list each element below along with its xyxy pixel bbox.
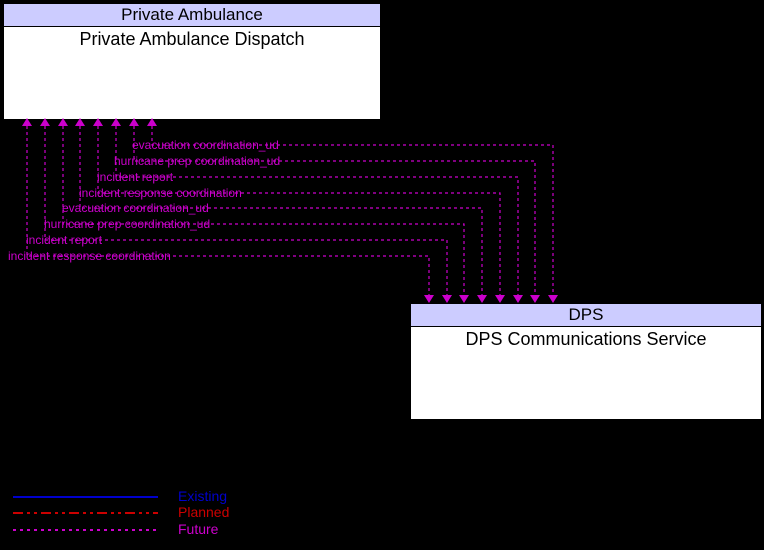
box-title-dps: DPS Communications Service — [411, 327, 761, 350]
box-header-private-ambulance: Private Ambulance — [4, 4, 380, 27]
legend-existing: Existing — [178, 488, 227, 504]
legend-planned: Planned — [178, 504, 229, 520]
legend-future: Future — [178, 521, 218, 537]
flow-label: incident report — [93, 170, 173, 184]
flow-label: evacuation coordination_ud — [128, 138, 279, 152]
flow-label: hurricane prep coordination_ud — [40, 217, 210, 231]
box-header-dps: DPS — [411, 304, 761, 327]
flow-label: incident response coordination — [75, 186, 242, 200]
flow-label: incident response coordination — [4, 249, 171, 263]
flow-label: evacuation coordination_ud — [58, 201, 209, 215]
flow-label: hurricane prep coordination_ud — [110, 154, 280, 168]
flow-label: incident report — [22, 233, 102, 247]
box-private-ambulance: Private Ambulance Private Ambulance Disp… — [3, 3, 381, 120]
box-dps: DPS DPS Communications Service — [410, 303, 762, 420]
box-title-private-ambulance: Private Ambulance Dispatch — [4, 27, 380, 50]
